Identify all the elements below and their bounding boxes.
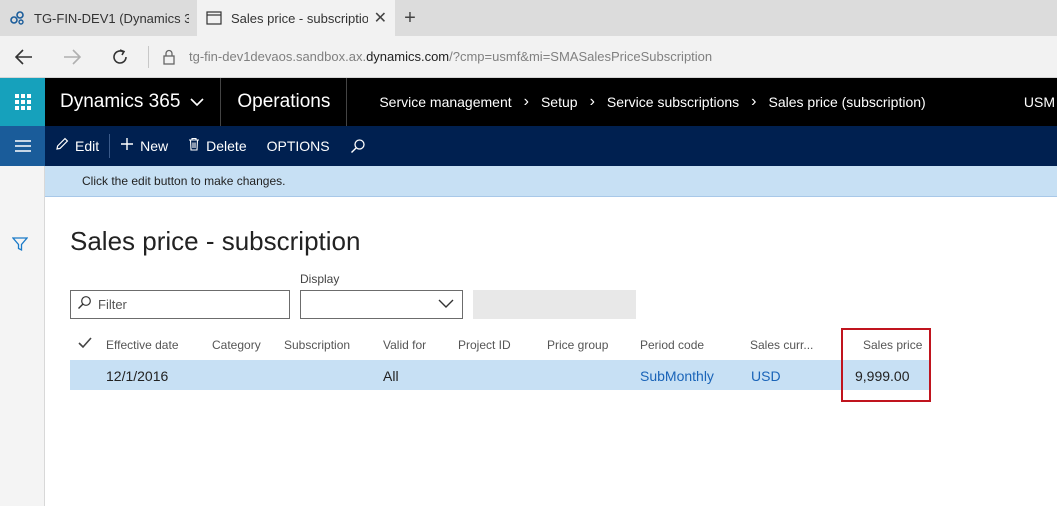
cell-valid-for[interactable]: All <box>383 368 399 384</box>
url-field[interactable]: tg-fin-dev1devaos.sandbox.ax.dynamics.co… <box>189 49 712 64</box>
breadcrumb-arrow-icon: › <box>751 93 757 110</box>
trash-icon <box>188 137 200 155</box>
browser-tab-sales-price[interactable]: Sales price - subscriptio ✕ <box>197 0 395 36</box>
close-icon[interactable]: ✕ <box>374 8 387 28</box>
message-bar: Click the edit button to make changes. <box>45 166 1057 197</box>
filter-box[interactable] <box>70 290 290 319</box>
module-name[interactable]: Operations <box>221 78 348 126</box>
address-bar: tg-fin-dev1devaos.sandbox.ax.dynamics.co… <box>0 36 1057 78</box>
search-icon[interactable] <box>340 126 376 166</box>
chevron-down-icon <box>438 296 454 314</box>
breadcrumb-item-service-management[interactable]: Service management <box>379 94 511 110</box>
refresh-icon[interactable] <box>96 36 144 78</box>
cell-effective-date[interactable]: 12/1/2016 <box>106 368 168 384</box>
company-picker[interactable]: USM <box>1024 94 1057 110</box>
browser-tab-bar: TG-FIN-DEV1 (Dynamics 36 Sales price - s… <box>0 0 1057 36</box>
new-tab-button[interactable]: + <box>395 0 425 36</box>
action-pane: Edit New Delete OPTIONS <box>0 126 1057 166</box>
url-host: dynamics.com <box>366 49 450 64</box>
address-separator <box>148 45 149 68</box>
browser-tab-title: Sales price - subscriptio <box>231 10 368 26</box>
column-header-effective-date[interactable]: Effective date <box>106 338 179 352</box>
browser-tab-title: TG-FIN-DEV1 (Dynamics 36 <box>34 10 189 26</box>
checkmark-icon[interactable] <box>78 337 92 352</box>
search-icon <box>77 295 92 315</box>
new-button[interactable]: New <box>110 126 178 166</box>
display-select[interactable] <box>300 290 463 319</box>
disabled-field <box>473 290 636 319</box>
waffle-icon[interactable] <box>0 78 45 126</box>
edit-button[interactable]: Edit <box>45 126 109 166</box>
breadcrumb-arrow-icon: › <box>589 93 595 110</box>
filter-input[interactable] <box>98 297 278 312</box>
page-title: Sales price - subscription <box>70 226 361 256</box>
brand-name: Dynamics 365 <box>60 91 181 112</box>
pencil-icon <box>55 137 69 155</box>
delete-label: Delete <box>206 138 247 154</box>
column-header-period-code[interactable]: Period code <box>640 338 704 352</box>
url-suffix: /?cmp=usmf&mi=SMASalesPriceSubscription <box>449 49 713 64</box>
sites-icon <box>8 9 26 27</box>
column-header-subscription[interactable]: Subscription <box>284 338 350 352</box>
back-icon[interactable] <box>0 36 48 78</box>
sales-price-highlight-box <box>841 328 931 402</box>
url-prefix: tg-fin-dev1devaos.sandbox.ax. <box>189 49 367 64</box>
plus-icon <box>120 137 134 155</box>
page-icon <box>205 9 223 27</box>
grid-header: Effective date Category Subscription Val… <box>70 332 930 360</box>
breadcrumb-arrow-icon: › <box>523 93 529 110</box>
display-label: Display <box>300 272 340 286</box>
options-button[interactable]: OPTIONS <box>257 126 340 166</box>
column-header-category[interactable]: Category <box>212 338 261 352</box>
new-label: New <box>140 138 169 154</box>
breadcrumb-item-service-subscriptions[interactable]: Service subscriptions <box>607 94 739 110</box>
column-header-valid-for[interactable]: Valid for <box>383 338 426 352</box>
breadcrumb-item-setup[interactable]: Setup <box>541 94 578 110</box>
brand-menu[interactable]: Dynamics 365 <box>45 78 222 126</box>
table-row[interactable]: 12/1/2016 All SubMonthly USD 9,999.00 <box>70 360 930 390</box>
hamburger-icon[interactable] <box>0 126 45 166</box>
forward-icon[interactable] <box>48 36 96 78</box>
column-header-project-id[interactable]: Project ID <box>458 338 511 352</box>
breadcrumb-item-sales-price[interactable]: Sales price (subscription) <box>769 94 926 110</box>
app-bar: Dynamics 365 Operations Service manageme… <box>0 78 1057 126</box>
column-header-price-group[interactable]: Price group <box>547 338 608 352</box>
filter-icon[interactable] <box>11 236 29 257</box>
cell-period-code-link[interactable]: SubMonthly <box>640 368 714 384</box>
column-header-sales-currency[interactable]: Sales curr... <box>750 338 813 352</box>
lock-icon[interactable] <box>155 49 183 65</box>
edit-label: Edit <box>75 138 100 154</box>
left-nav-pane <box>0 166 45 506</box>
breadcrumb: Service management › Setup › Service sub… <box>347 93 1024 111</box>
chevron-down-icon <box>190 94 204 110</box>
delete-button[interactable]: Delete <box>178 126 256 166</box>
browser-tab-dynamics[interactable]: TG-FIN-DEV1 (Dynamics 36 <box>0 0 197 36</box>
cell-sales-currency-link[interactable]: USD <box>751 368 781 384</box>
